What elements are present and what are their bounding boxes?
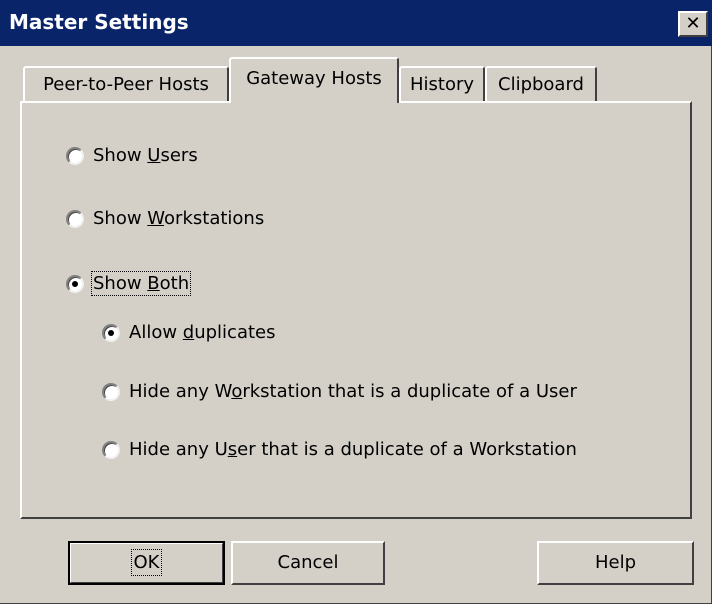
allow-duplicates-label: Allow duplicates — [129, 322, 276, 343]
ok-button[interactable]: OK — [68, 541, 225, 585]
show-workstations-option[interactable]: Show Workstations — [66, 208, 264, 229]
hide-user-duplicate-radio[interactable] — [102, 440, 120, 459]
show-workstations-radio[interactable] — [66, 209, 84, 228]
tab-label: Clipboard — [498, 74, 584, 95]
allow-duplicates-radio[interactable] — [102, 323, 120, 342]
help-button[interactable]: Help — [537, 541, 694, 585]
master-settings-dialog: Master Settings ✕ Peer-to-Peer Hosts Gat… — [0, 0, 712, 604]
hide-workstation-duplicate-label: Hide any Workstation that is a duplicate… — [129, 381, 577, 402]
cancel-button-label: Cancel — [277, 552, 339, 573]
help-button-label: Help — [594, 552, 637, 573]
tab-clipboard[interactable]: Clipboard — [485, 66, 597, 104]
hide-user-duplicate-option[interactable]: Hide any User that is a duplicate of a W… — [102, 439, 577, 460]
close-button[interactable]: ✕ — [678, 11, 708, 37]
show-users-option[interactable]: Show Users — [66, 145, 198, 166]
tab-gateway-hosts[interactable]: Gateway Hosts — [229, 57, 399, 103]
show-users-radio[interactable] — [66, 146, 84, 165]
hide-user-duplicate-label: Hide any User that is a duplicate of a W… — [129, 439, 577, 460]
show-both-option[interactable]: Show Both — [66, 271, 192, 296]
radio-selected-dot — [72, 280, 78, 287]
allow-duplicates-option[interactable]: Allow duplicates — [102, 322, 276, 343]
tab-history[interactable]: History — [399, 66, 485, 104]
tab-label: History — [409, 74, 475, 95]
tab-peer-to-peer-hosts[interactable]: Peer-to-Peer Hosts — [23, 66, 229, 104]
tab-label: Gateway Hosts — [246, 68, 382, 89]
tab-label: Peer-to-Peer Hosts — [43, 74, 209, 95]
ok-button-bevel — [70, 543, 223, 583]
title-bar[interactable]: Master Settings ✕ — [0, 0, 712, 46]
gateway-hosts-panel: Show Users Show Workstations Show Both A… — [20, 101, 692, 519]
hide-workstation-duplicate-option[interactable]: Hide any Workstation that is a duplicate… — [102, 381, 577, 402]
show-both-radio[interactable] — [66, 274, 84, 293]
show-both-label: Show Both — [90, 271, 192, 296]
radio-selected-dot — [108, 329, 114, 336]
cancel-button[interactable]: Cancel — [231, 541, 385, 585]
show-users-label: Show Users — [93, 145, 198, 166]
window-title: Master Settings — [9, 10, 189, 34]
show-workstations-label: Show Workstations — [93, 208, 265, 229]
hide-workstation-duplicate-radio[interactable] — [102, 382, 120, 401]
close-icon: ✕ — [685, 13, 701, 34]
